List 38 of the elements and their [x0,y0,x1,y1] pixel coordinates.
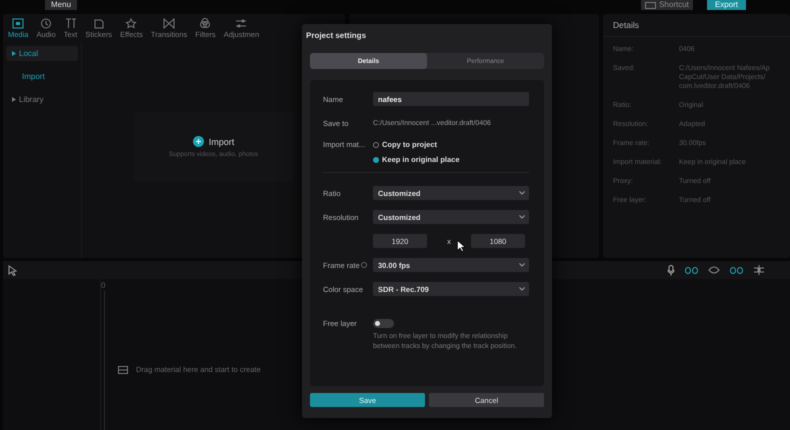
export-button[interactable]: Export [706,0,746,10]
shortcut-button[interactable]: Shortcut [641,0,693,10]
toggle-switch[interactable] [373,318,394,328]
chevron-icon [519,287,525,291]
transitions-icon [163,18,176,28]
panel-title: Details [603,14,790,37]
radio-button[interactable] [373,156,379,162]
microphone-icon[interactable] [667,264,675,276]
ruler-mark: 0 [101,281,106,290]
sliders-icon [235,18,248,28]
plus-icon [192,136,204,147]
text-icon [64,18,76,28]
caret-icon [12,97,16,102]
sticker-icon [92,18,105,28]
sidebar-item[interactable]: Local [6,46,78,61]
eye-icon[interactable] [708,266,720,274]
chevron-icon [519,263,525,267]
keyboard-icon [645,2,656,8]
audio-icon [40,18,52,28]
menu-button[interactable]: Menu [45,0,78,10]
link-icon[interactable] [685,266,698,274]
caret-icon [12,51,16,56]
filters-icon [199,18,212,28]
effects-icon [125,18,138,28]
info-icon [360,262,367,268]
dialog-title: Project settings [305,30,368,42]
sidebar-item[interactable]: Library [6,92,78,107]
chevron-icon [519,191,525,195]
media-icon [12,18,24,28]
link-icon[interactable] [730,266,743,274]
mouse-pointer-icon [457,240,466,252]
import-label: Import [208,136,234,146]
sidebar-item[interactable]: Import [6,69,78,84]
film-icon [118,366,128,374]
split-icon[interactable] [753,265,765,275]
cursor-icon [8,264,17,276]
chevron-icon [519,215,525,219]
radio-button[interactable] [373,142,379,148]
